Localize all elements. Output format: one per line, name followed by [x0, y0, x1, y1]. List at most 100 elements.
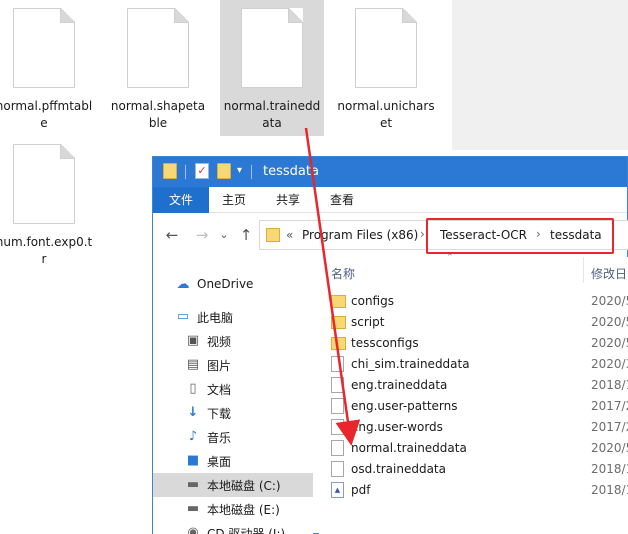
file-name: normal.traineddata: [351, 441, 467, 455]
sidebar-item-downloads[interactable]: ↓ 下载: [153, 401, 313, 425]
file-icon: [331, 377, 344, 393]
file-tile[interactable]: normal.pffmtable: [0, 0, 96, 136]
explorer-window: ✓ ▾ tessdata 文件 主页 共享 查看 ← → ⌄ ↑ « Progr…: [152, 156, 628, 534]
file-tile[interactable]: normal.unicharset: [334, 0, 438, 136]
sidebar-item-label: 此电脑: [197, 311, 234, 325]
file-label: normal.traineddata: [223, 99, 321, 130]
file-list: ⌃ 名称 修改日 configs 2020/5 script 2020/5 te…: [319, 253, 628, 534]
file-row[interactable]: normal.traineddata 2020/5: [319, 438, 628, 459]
sidebar-item-desktop[interactable]: ■ 桌面: [153, 449, 313, 473]
file-row[interactable]: tessconfigs 2020/5: [319, 333, 628, 354]
file-tile[interactable]: num.font.exp0.tr: [0, 136, 96, 272]
column-header-name[interactable]: 名称: [331, 265, 355, 282]
sidebar-item-label: 下载: [207, 407, 232, 421]
file-icon: [331, 461, 344, 477]
sidebar-item-drive-e[interactable]: ▬ 本地磁盘 (E:): [153, 497, 313, 521]
file-date: 2020/5: [591, 294, 628, 308]
sidebar-item-label: 视频: [207, 335, 232, 349]
file-date: 2020/5: [591, 441, 628, 455]
file-label: normal.pffmtable: [0, 99, 93, 130]
file-date: 2018/1: [591, 378, 628, 392]
sidebar-item-label: 图片: [207, 359, 232, 373]
file-date: 2020/5: [591, 336, 628, 350]
drive-icon: ▬: [186, 477, 200, 492]
tab-file[interactable]: 文件: [153, 187, 209, 213]
sort-ascending-icon: ⌃: [446, 253, 454, 263]
tab-home[interactable]: 主页: [213, 187, 255, 213]
desktop-background: [452, 0, 628, 150]
documents-icon: ▯: [189, 381, 197, 396]
document-icon: [13, 144, 75, 224]
breadcrumb-program-files[interactable]: Program Files (x86): [302, 228, 418, 242]
file-tile[interactable]: normal.shapetable: [106, 0, 210, 136]
sidebar-item-videos[interactable]: ▣ 视频: [153, 329, 313, 353]
recent-locations-button[interactable]: ⌄: [215, 225, 233, 245]
properties-icon[interactable]: ✓: [195, 163, 209, 179]
breadcrumb-separator: ›: [420, 227, 425, 241]
sidebar-item-pictures[interactable]: ▤ 图片: [153, 353, 313, 377]
sidebar-item-cd-drive[interactable]: ◉ CD 驱动器 (I:): [153, 521, 313, 534]
pdf-file-icon: ▲: [331, 482, 344, 498]
navigation-pane: ☁ OneDrive ▭ 此电脑 ▣ 视频 ▤ 图片 ▯ 文档 ↓ 下载 ♪ 音…: [153, 257, 313, 534]
file-row[interactable]: chi_sim.traineddata 2020/3: [319, 354, 628, 375]
divider: [251, 165, 252, 179]
file-label: num.font.exp0.tr: [0, 235, 93, 266]
file-label: normal.shapetable: [110, 99, 206, 130]
document-icon: [127, 8, 189, 88]
sidebar-item-documents[interactable]: ▯ 文档: [153, 377, 313, 401]
up-button[interactable]: ↑: [237, 225, 255, 245]
sidebar-item-label: 音乐: [207, 431, 232, 445]
forward-button[interactable]: →: [193, 225, 211, 245]
cloud-icon: ☁: [176, 277, 190, 292]
back-button[interactable]: ←: [163, 225, 181, 245]
file-date: 2017/2: [591, 399, 628, 413]
sidebar-item-label: 桌面: [207, 455, 232, 469]
dropdown-icon[interactable]: ▾: [237, 165, 242, 176]
file-date: 2020/5: [591, 315, 628, 329]
address-row: ← → ⌄ ↑ « Program Files (x86) › Tesserac…: [153, 213, 628, 257]
sidebar-item-drive-c[interactable]: ▬ 本地磁盘 (C:): [153, 473, 313, 497]
file-icon: [331, 419, 344, 435]
sidebar-item-music[interactable]: ♪ 音乐: [153, 425, 313, 449]
file-icon: [331, 356, 344, 372]
file-row[interactable]: configs 2020/5: [319, 291, 628, 312]
folder-icon: [331, 337, 346, 350]
file-row[interactable]: ▲ pdf 2018/1: [319, 480, 628, 501]
new-folder-icon[interactable]: [217, 163, 231, 179]
file-row[interactable]: osd.traineddata 2018/1: [319, 459, 628, 480]
file-name: eng.user-patterns: [351, 399, 458, 413]
sidebar-item-label: 本地磁盘 (C:): [207, 479, 281, 493]
folder-icon: [331, 295, 346, 308]
sidebar-item-label: 文档: [207, 383, 232, 397]
file-date: 2017/2: [591, 420, 628, 434]
file-name: osd.traineddata: [351, 462, 446, 476]
sidebar-item-label: OneDrive: [197, 277, 254, 291]
tab-share[interactable]: 共享: [267, 187, 309, 213]
breadcrumb-overflow[interactable]: «: [286, 228, 293, 242]
breadcrumb-tessdata[interactable]: tessdata: [550, 228, 602, 242]
column-header-date[interactable]: 修改日: [591, 265, 627, 282]
sidebar-item-label: CD 驱动器 (I:): [207, 527, 286, 534]
sidebar-item-onedrive[interactable]: ☁ OneDrive: [153, 273, 313, 297]
tab-view[interactable]: 查看: [321, 187, 363, 213]
file-row[interactable]: eng.traineddata 2018/1: [319, 375, 628, 396]
file-tile-selected[interactable]: normal.traineddata: [220, 0, 324, 136]
file-date: 2018/1: [591, 462, 628, 476]
file-icon: [331, 440, 344, 456]
file-row[interactable]: eng.user-words 2017/2: [319, 417, 628, 438]
folder-icon: [163, 163, 177, 179]
file-name: tessconfigs: [351, 336, 419, 350]
document-icon: [355, 8, 417, 88]
address-bar[interactable]: « Program Files (x86) › Tesseract-OCR › …: [259, 220, 628, 250]
column-divider[interactable]: [583, 257, 584, 283]
video-icon: ▣: [186, 333, 200, 348]
sidebar-item-this-pc[interactable]: ▭ 此电脑: [153, 305, 313, 329]
breadcrumb-tesseract-ocr[interactable]: Tesseract-OCR: [440, 228, 527, 242]
file-row[interactable]: eng.user-patterns 2017/2: [319, 396, 628, 417]
download-icon: ↓: [187, 405, 199, 420]
desktop-icon: ■: [186, 453, 200, 468]
file-row[interactable]: script 2020/5: [319, 312, 628, 333]
title-bar[interactable]: ✓ ▾ tessdata: [153, 157, 627, 187]
document-icon: [241, 8, 303, 88]
ribbon-tabs: 文件 主页 共享 查看: [153, 187, 627, 213]
